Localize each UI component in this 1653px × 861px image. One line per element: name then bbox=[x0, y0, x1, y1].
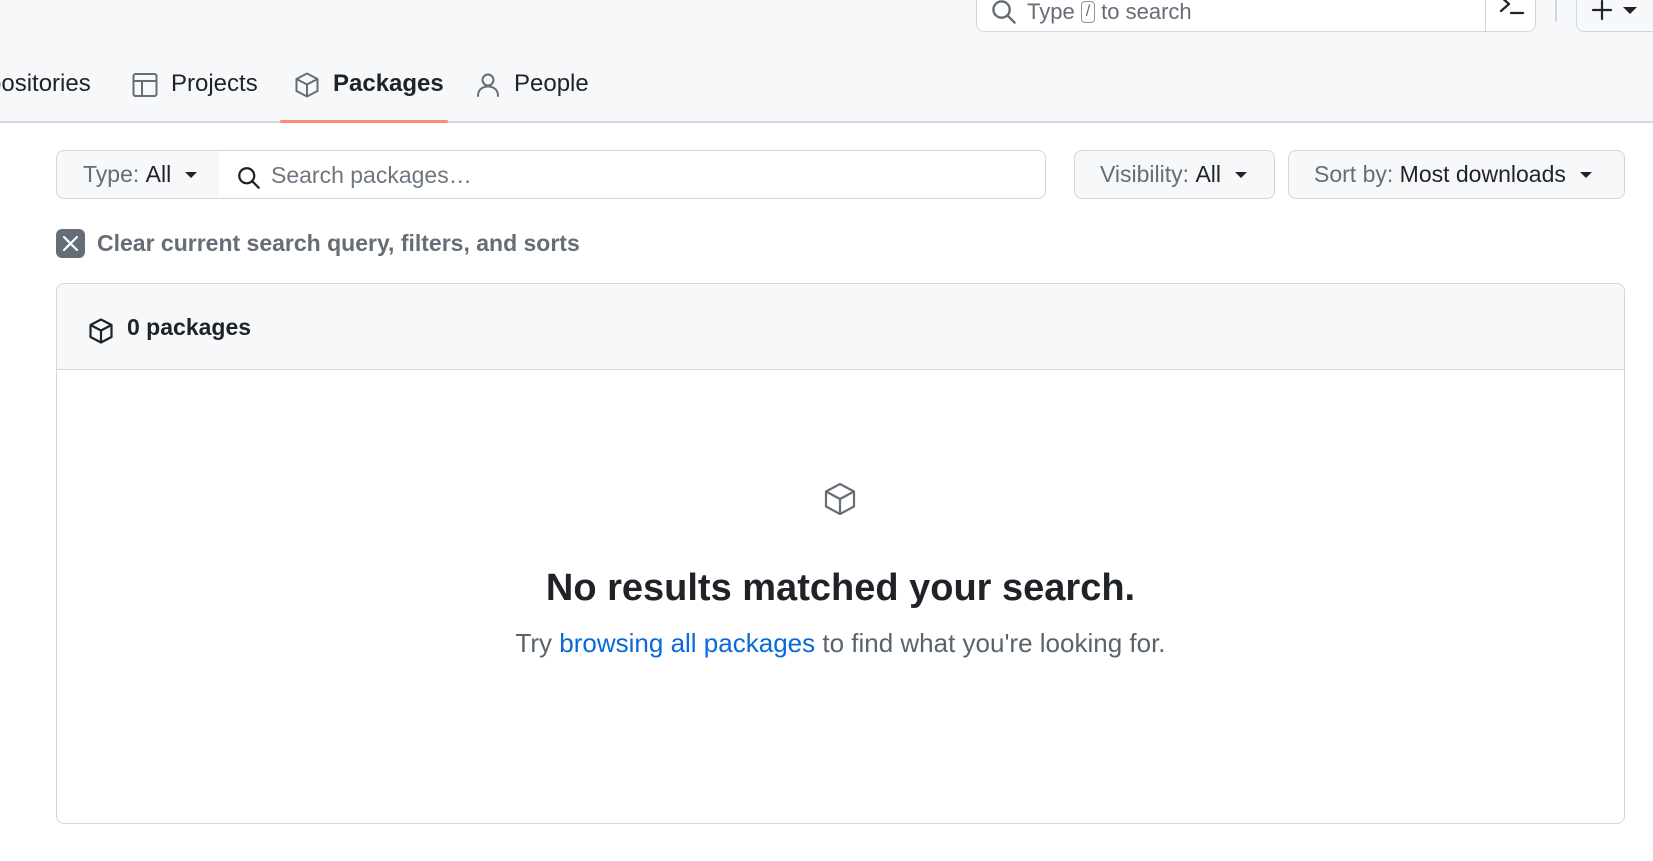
tab-packages[interactable]: Packages bbox=[293, 58, 444, 123]
package-search-box[interactable] bbox=[219, 150, 1046, 199]
chevron-down-icon bbox=[1235, 171, 1247, 178]
package-icon bbox=[295, 72, 319, 98]
visibility-filter-label: Visibility: bbox=[1100, 161, 1190, 187]
table-icon bbox=[132, 73, 158, 97]
sort-dropdown[interactable]: Sort by: Most downloads bbox=[1288, 150, 1625, 199]
empty-state: No results matched your search. Try brow… bbox=[57, 370, 1624, 823]
search-hint-suffix: to search bbox=[1101, 0, 1192, 24]
search-shortcut-key: / bbox=[1080, 1, 1096, 23]
chevron-down-icon bbox=[185, 171, 198, 178]
global-search-button[interactable]: Type / to search bbox=[976, 0, 1536, 33]
package-icon bbox=[89, 318, 113, 344]
page-header: Type / to search positories Projects Pac… bbox=[0, 0, 1653, 123]
header-divider bbox=[1555, 0, 1557, 22]
tab-label: People bbox=[514, 70, 589, 97]
sort-label: Sort by: bbox=[1314, 161, 1394, 187]
global-search-hint: Type / to search bbox=[1027, 0, 1192, 25]
browse-all-packages-link[interactable]: browsing all packages bbox=[559, 628, 815, 658]
visibility-filter-dropdown[interactable]: Visibility: All bbox=[1074, 150, 1275, 199]
search-icon bbox=[238, 167, 260, 189]
tab-label: Projects bbox=[171, 70, 258, 97]
package-search-input[interactable] bbox=[271, 157, 1031, 193]
person-icon bbox=[477, 73, 499, 97]
empty-state-description: Try browsing all packages to find what y… bbox=[57, 628, 1624, 659]
sort-value: Most downloads bbox=[1399, 161, 1566, 187]
empty-state-prefix: Try bbox=[515, 628, 553, 658]
type-filter-value: All bbox=[145, 161, 172, 187]
empty-state-title: No results matched your search. bbox=[545, 567, 1136, 609]
chevron-down-icon bbox=[1623, 7, 1637, 14]
tab-label: Packages bbox=[333, 70, 444, 97]
packages-list-header: 0 packages bbox=[57, 284, 1624, 370]
clear-filters-link[interactable]: Clear current search query, filters, and… bbox=[56, 228, 580, 258]
search-icon bbox=[992, 0, 1016, 24]
plus-icon bbox=[1591, 0, 1613, 21]
package-count: 0 packages bbox=[127, 314, 252, 340]
chevron-down-icon bbox=[1579, 171, 1592, 178]
package-icon bbox=[824, 482, 856, 516]
packages-list-box: 0 packages No results matched your searc… bbox=[56, 283, 1625, 824]
empty-state-suffix: to find what you're looking for. bbox=[822, 628, 1166, 658]
command-palette-icon[interactable] bbox=[1497, 0, 1527, 19]
tab-repositories[interactable]: positories bbox=[0, 58, 91, 123]
tab-people[interactable]: People bbox=[474, 58, 589, 123]
type-filter-dropdown[interactable]: Type: All bbox=[56, 150, 220, 199]
clear-filters-text[interactable]: Clear current search query, filters, and… bbox=[97, 230, 580, 257]
visibility-filter-value: All bbox=[1195, 161, 1221, 187]
selected-tab-indicator bbox=[280, 120, 448, 123]
type-filter-label: Type: bbox=[83, 161, 140, 187]
tab-projects[interactable]: Projects bbox=[131, 58, 258, 123]
search-hint-prefix: Type bbox=[1027, 0, 1075, 24]
create-new-button[interactable] bbox=[1576, 0, 1653, 32]
search-divider bbox=[1485, 0, 1486, 33]
x-icon[interactable] bbox=[56, 228, 85, 258]
tab-label: positories bbox=[0, 70, 91, 97]
